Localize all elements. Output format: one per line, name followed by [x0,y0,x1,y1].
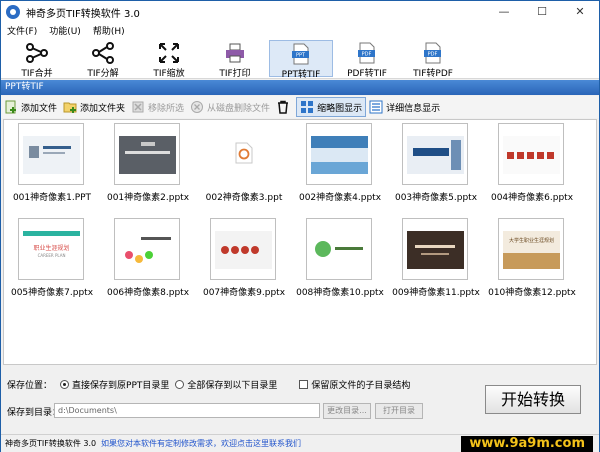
file-name: 001神奇像素1.PPT [12,193,92,203]
remove-icon [132,101,144,113]
add-folder-icon [63,102,77,113]
merge-icon [26,43,48,63]
minimize-button[interactable]: — [485,1,523,23]
thumbnail-9[interactable] [210,218,276,280]
grid-icon [301,101,314,113]
thumbnail-5[interactable] [402,123,468,185]
thumbnail-11[interactable] [402,218,468,280]
trash-button[interactable] [273,97,296,117]
add-file-icon [5,100,16,114]
thumbnail-2[interactable] [114,123,180,185]
keep-subdir-checkbox[interactable] [299,380,309,389]
file-name: 006神奇像素8.pptx [106,288,190,298]
delete-from-disk-button[interactable]: 从磁盘删除文件 [187,97,273,117]
save-dir-label: 保存到目录： [7,408,62,418]
app-logo-icon [6,5,20,19]
radio-save-all-dir[interactable] [175,380,185,389]
thumbnail-3[interactable] [210,123,276,185]
add-file-button[interactable]: 添加文件 [1,97,60,117]
tool-tif-merge[interactable]: TIF合并 [5,40,69,79]
split-icon [92,42,114,64]
radio-save-all-dir-label[interactable]: 全部保存到以下目录里 [187,378,277,391]
menu-bar: 文件(F) 功能(U) 帮助(H) [1,23,599,38]
add-folder-button[interactable]: 添加文件夹 [60,97,128,117]
detail-view-button[interactable]: 详细信息显示 [366,97,443,117]
save-dir-input[interactable]: d:\Documents\ [54,403,320,418]
status-app-name: 神奇多页TIF转换软件 3.0 [5,439,97,448]
zoom-icon [159,43,179,63]
pdf-file-icon: PDF [424,42,441,64]
change-dir-button[interactable]: 更改目录... [323,403,371,419]
tool-ppt-to-tif[interactable]: PPT PPT转TIF [269,40,333,80]
section-title: PPT转TIF [1,80,599,95]
file-name: 004神奇像素6.pptx [490,193,574,203]
main-toolbar: TIF合并 TIF分解 TIF缩放 TIF打印 PPT PPT转TIF PDF … [1,38,599,80]
list-icon [369,100,383,114]
action-bar: 添加文件 添加文件夹 移除所选 从磁盘删除文件 缩略图显示 详细信息显示 [1,96,599,118]
file-name: 001神奇像素2.pptx [106,193,190,203]
status-bar: 神奇多页TIF转换软件 3.0 如果您对本软件有定制修改需求，欢迎点击这里联系我… [1,434,599,452]
title-bar: 神奇多页TIF转换软件 3.0 — ☐ ✕ [1,1,599,23]
save-options-panel: 保存位置： 直接保存到原PPT目录里 全部保存到以下目录里 保留原文件的子目录结… [1,367,599,433]
close-button[interactable]: ✕ [561,1,599,23]
save-position-label: 保存位置： [7,381,53,391]
slide-title: 大学生职业生涯规划 [508,238,554,244]
tool-tif-zoom[interactable]: TIF缩放 [137,40,201,79]
tool-tif-split[interactable]: TIF分解 [71,40,135,79]
file-name: 003神奇像素5.pptx [394,193,478,203]
watermark: www.9a9m.com [461,436,593,452]
menu-file[interactable]: 文件(F) [1,24,43,37]
thumbnail-1[interactable] [18,123,84,185]
menu-help[interactable]: 帮助(H) [87,24,131,37]
remove-selected-button[interactable]: 移除所选 [128,97,187,117]
thumbnail-7[interactable]: 职业生涯规划 CAREER PLAN [18,218,84,280]
ppt-badge-text: PPT [296,53,306,59]
app-window: 神奇多页TIF转换软件 3.0 — ☐ ✕ 文件(F) 功能(U) 帮助(H) … [0,0,600,452]
ppt-placeholder-icon [235,142,253,164]
ppt-file-icon: PPT [292,43,309,65]
radio-save-same-dir-label[interactable]: 直接保存到原PPT目录里 [72,378,169,391]
file-name: 008神奇像素10.pptx [296,288,384,298]
thumbnail-6[interactable] [498,123,564,185]
start-convert-button[interactable]: 开始转换 [485,385,581,414]
contact-link[interactable]: 如果您对本软件有定制修改需求，欢迎点击这里联系我们 [101,438,301,449]
file-name: 009神奇像素11.pptx [392,288,480,298]
thumbnail-10[interactable] [306,218,372,280]
file-name: 002神奇像素3.ppt [205,193,283,203]
maximize-button[interactable]: ☐ [523,1,561,23]
thumbnail-4[interactable] [306,123,372,185]
keep-subdir-label[interactable]: 保留原文件的子目录结构 [311,378,410,391]
file-thumbnail-list[interactable]: 001神奇像素1.PPT 001神奇像素2.pptx 002神奇像素3.ppt … [3,119,597,365]
file-name: 010神奇像素12.pptx [488,288,576,298]
open-dir-button[interactable]: 打开目录 [375,403,423,419]
disk-delete-icon [191,101,204,113]
slide-title: 职业生涯规划 [33,245,70,252]
window-title: 神奇多页TIF转换软件 3.0 [26,8,140,20]
printer-icon [226,43,244,63]
trash-icon [278,100,289,114]
pdf-badge-text: PDF [362,52,372,58]
radio-save-same-dir[interactable] [60,380,70,389]
thumbnail-view-button[interactable]: 缩略图显示 [296,97,367,117]
slide-subtitle: CAREER PLAN [37,253,66,258]
file-name: 005神奇像素7.pptx [10,288,94,298]
file-name: 007神奇像素9.pptx [202,288,286,298]
menu-function[interactable]: 功能(U) [43,24,87,37]
thumbnail-8[interactable] [114,218,180,280]
pdf-file-icon: PDF [358,42,375,64]
file-name: 002神奇像素4.pptx [298,193,382,203]
tool-tif-to-pdf[interactable]: PDF TIF转PDF [401,40,465,79]
pdf-badge-text: PDF [428,52,438,58]
tool-tif-print[interactable]: TIF打印 [203,40,267,79]
tool-pdf-to-tif[interactable]: PDF PDF转TIF [335,40,399,79]
thumbnail-12[interactable]: 大学生职业生涯规划 [498,218,564,280]
